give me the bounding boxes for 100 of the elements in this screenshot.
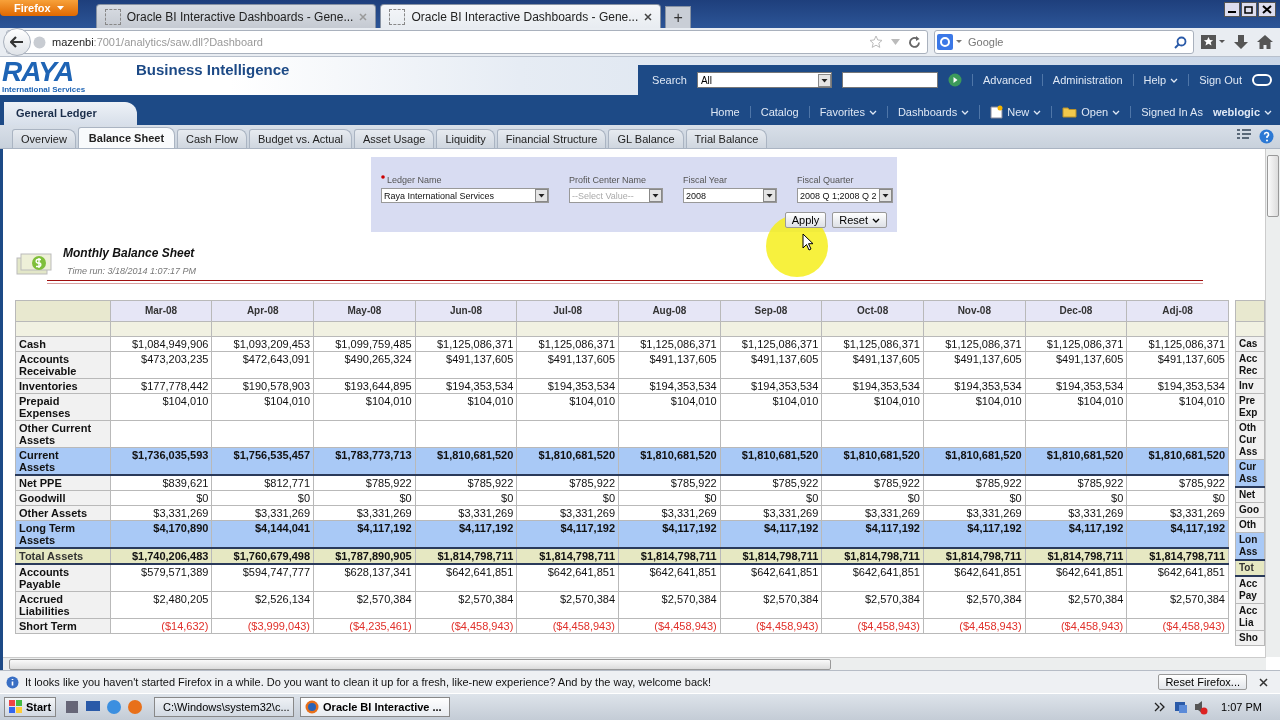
reset-firefox-button[interactable]: Reset Firefox... — [1158, 674, 1247, 690]
page-tab[interactable]: Overview — [12, 129, 76, 148]
prompt-select[interactable]: Raya International Services — [381, 188, 549, 203]
search-field[interactable] — [841, 72, 938, 88]
address-bar[interactable]: mazenbi:7001/analytics/saw.dll?Dashboard — [6, 30, 928, 54]
nav-link[interactable]: Favorites — [808, 106, 887, 118]
table-cell: $490,265,324 — [313, 351, 416, 379]
table-cell: $104,010 — [211, 393, 314, 421]
row-header: Acc Rec — [1235, 351, 1265, 379]
nav-link[interactable]: Catalog — [749, 106, 809, 118]
page-tab[interactable]: Budget vs. Actual — [249, 129, 352, 148]
table-cell: $491,137,605 — [821, 351, 924, 379]
table-cell: $2,570,384 — [720, 591, 822, 619]
star-icon[interactable] — [869, 35, 883, 49]
table-cell: $491,137,605 — [720, 351, 822, 379]
dashboard-section-tab[interactable]: General Ledger — [4, 102, 137, 125]
table-cell: $3,331,269 — [618, 505, 721, 521]
globe-icon — [33, 35, 46, 49]
table-cell: $491,137,605 — [516, 351, 619, 379]
table-cell: $0 — [923, 490, 1026, 506]
reset-button[interactable]: Reset — [832, 212, 887, 228]
home-icon[interactable] — [1256, 34, 1274, 50]
taskbar-button[interactable]: Oracle BI Interactive ... — [300, 697, 451, 717]
table-cell: $1,810,681,520 — [1126, 447, 1229, 475]
table-cell: $4,117,192 — [516, 520, 619, 548]
user-menu[interactable]: weblogic — [1212, 106, 1272, 118]
download-icon[interactable] — [1232, 34, 1250, 50]
table-cell: $628,137,341 — [313, 564, 416, 592]
table-cell: $177,778,442 — [110, 378, 212, 394]
horizontal-scrollbar[interactable] — [3, 657, 1266, 670]
prompt-select[interactable]: 2008 — [683, 188, 777, 203]
table-cell: $194,353,534 — [720, 378, 822, 394]
new-tab-button[interactable]: + — [665, 6, 692, 28]
bookmarks-icon[interactable] — [1200, 34, 1226, 50]
table-cell: ($4,458,943) — [1025, 618, 1127, 634]
table-cell: $1,125,086,371 — [821, 336, 924, 352]
caret-icon — [1170, 77, 1179, 83]
nav-link[interactable]: Dashboards — [886, 106, 980, 118]
table-cell: $491,137,605 — [1126, 351, 1229, 379]
row-header: Accounts Receivable — [15, 351, 111, 379]
help-icon[interactable] — [1259, 129, 1274, 144]
close-icon[interactable] — [1259, 677, 1268, 687]
table-cell: $4,117,192 — [1126, 520, 1229, 548]
signed-in-label: Signed In As — [1130, 106, 1213, 118]
page-tab[interactable]: Asset Usage — [354, 129, 435, 148]
table-cell: ($4,458,943) — [720, 618, 822, 634]
nav-link[interactable]: New — [979, 105, 1052, 119]
page-tab[interactable]: GL Balance — [608, 129, 684, 148]
browser-tab[interactable]: Oracle BI Interactive Dashboards - Gene... — [380, 4, 662, 28]
taskbar-button[interactable]: C:\Windows\system32\c... — [154, 697, 295, 717]
search-icon[interactable] — [1174, 35, 1187, 49]
table-cell: $104,010 — [720, 393, 822, 421]
search-field[interactable]: Google — [934, 30, 1194, 54]
header-link[interactable]: Help — [1132, 74, 1179, 86]
go-icon[interactable] — [947, 73, 962, 87]
page-tab[interactable]: Liquidity — [436, 129, 495, 148]
caret-icon — [1264, 109, 1272, 115]
row-header: Other Current Assets — [15, 420, 111, 448]
search-scope-select[interactable]: All — [696, 72, 832, 88]
window-controls-drawing[interactable] — [1224, 2, 1276, 17]
page-tab[interactable]: Financial Structure — [496, 129, 607, 148]
header-link[interactable]: Advanced — [971, 74, 1032, 86]
page-tab[interactable]: Cash Flow — [177, 129, 247, 148]
row-header: Lon Ass — [1235, 532, 1265, 560]
start-button[interactable]: Start — [4, 697, 57, 717]
caret-icon — [56, 6, 64, 10]
table-cell: $2,480,205 — [110, 591, 212, 619]
required-icon — [381, 175, 385, 179]
table-cell: $1,810,681,520 — [821, 447, 924, 475]
table-cell: ($4,235,461) — [313, 618, 416, 634]
table-cell: $642,641,851 — [618, 564, 721, 592]
url-text: mazenbi:7001/analytics/saw.dll?Dashboard — [52, 36, 263, 48]
page-tab[interactable]: Trial Balance — [685, 129, 768, 148]
table-cell: ($3,999,043) — [211, 618, 314, 634]
column-header: Jul-08 — [516, 300, 619, 322]
table-cell: $0 — [1126, 490, 1229, 506]
table-cell: $3,331,269 — [313, 505, 416, 521]
apply-button[interactable]: Apply — [784, 212, 827, 228]
table-cell: $104,010 — [618, 393, 721, 421]
table-cell: $491,137,605 — [618, 351, 721, 379]
table-cell: $4,170,890 — [110, 520, 212, 548]
row-header: Accrued Liabilities — [15, 591, 111, 619]
vertical-scrollbar[interactable] — [1265, 149, 1280, 657]
table-cell: $1,084,949,906 — [110, 336, 212, 352]
list-icon[interactable] — [1237, 129, 1251, 141]
table-cell: $1,125,086,371 — [923, 336, 1026, 352]
back-button[interactable] — [3, 28, 31, 56]
header-link[interactable]: Administration — [1041, 74, 1123, 86]
browser-tab[interactable]: Oracle BI Interactive Dashboards - Gene... — [95, 4, 377, 28]
search-engine-icon[interactable] — [937, 34, 963, 50]
report-title: Monthly Balance Sheet — [63, 246, 196, 260]
table-cell: $104,010 — [923, 393, 1026, 421]
close-icon[interactable] — [644, 12, 653, 21]
nav-link[interactable]: Home — [700, 106, 750, 118]
page-tab[interactable]: Balance Sheet — [77, 127, 176, 148]
reload-icon[interactable] — [908, 35, 921, 49]
header-link[interactable]: Sign Out — [1188, 74, 1242, 86]
nav-link[interactable]: Open — [1051, 106, 1131, 118]
prompt-select[interactable]: 2008 Q 1;2008 Q 2 — [797, 188, 893, 203]
notification-message: It looks like you haven't started Firefox in a while. Do you want to clean it up for a fresh, like-new experience? And by the way, welcome back! — [25, 676, 712, 688]
